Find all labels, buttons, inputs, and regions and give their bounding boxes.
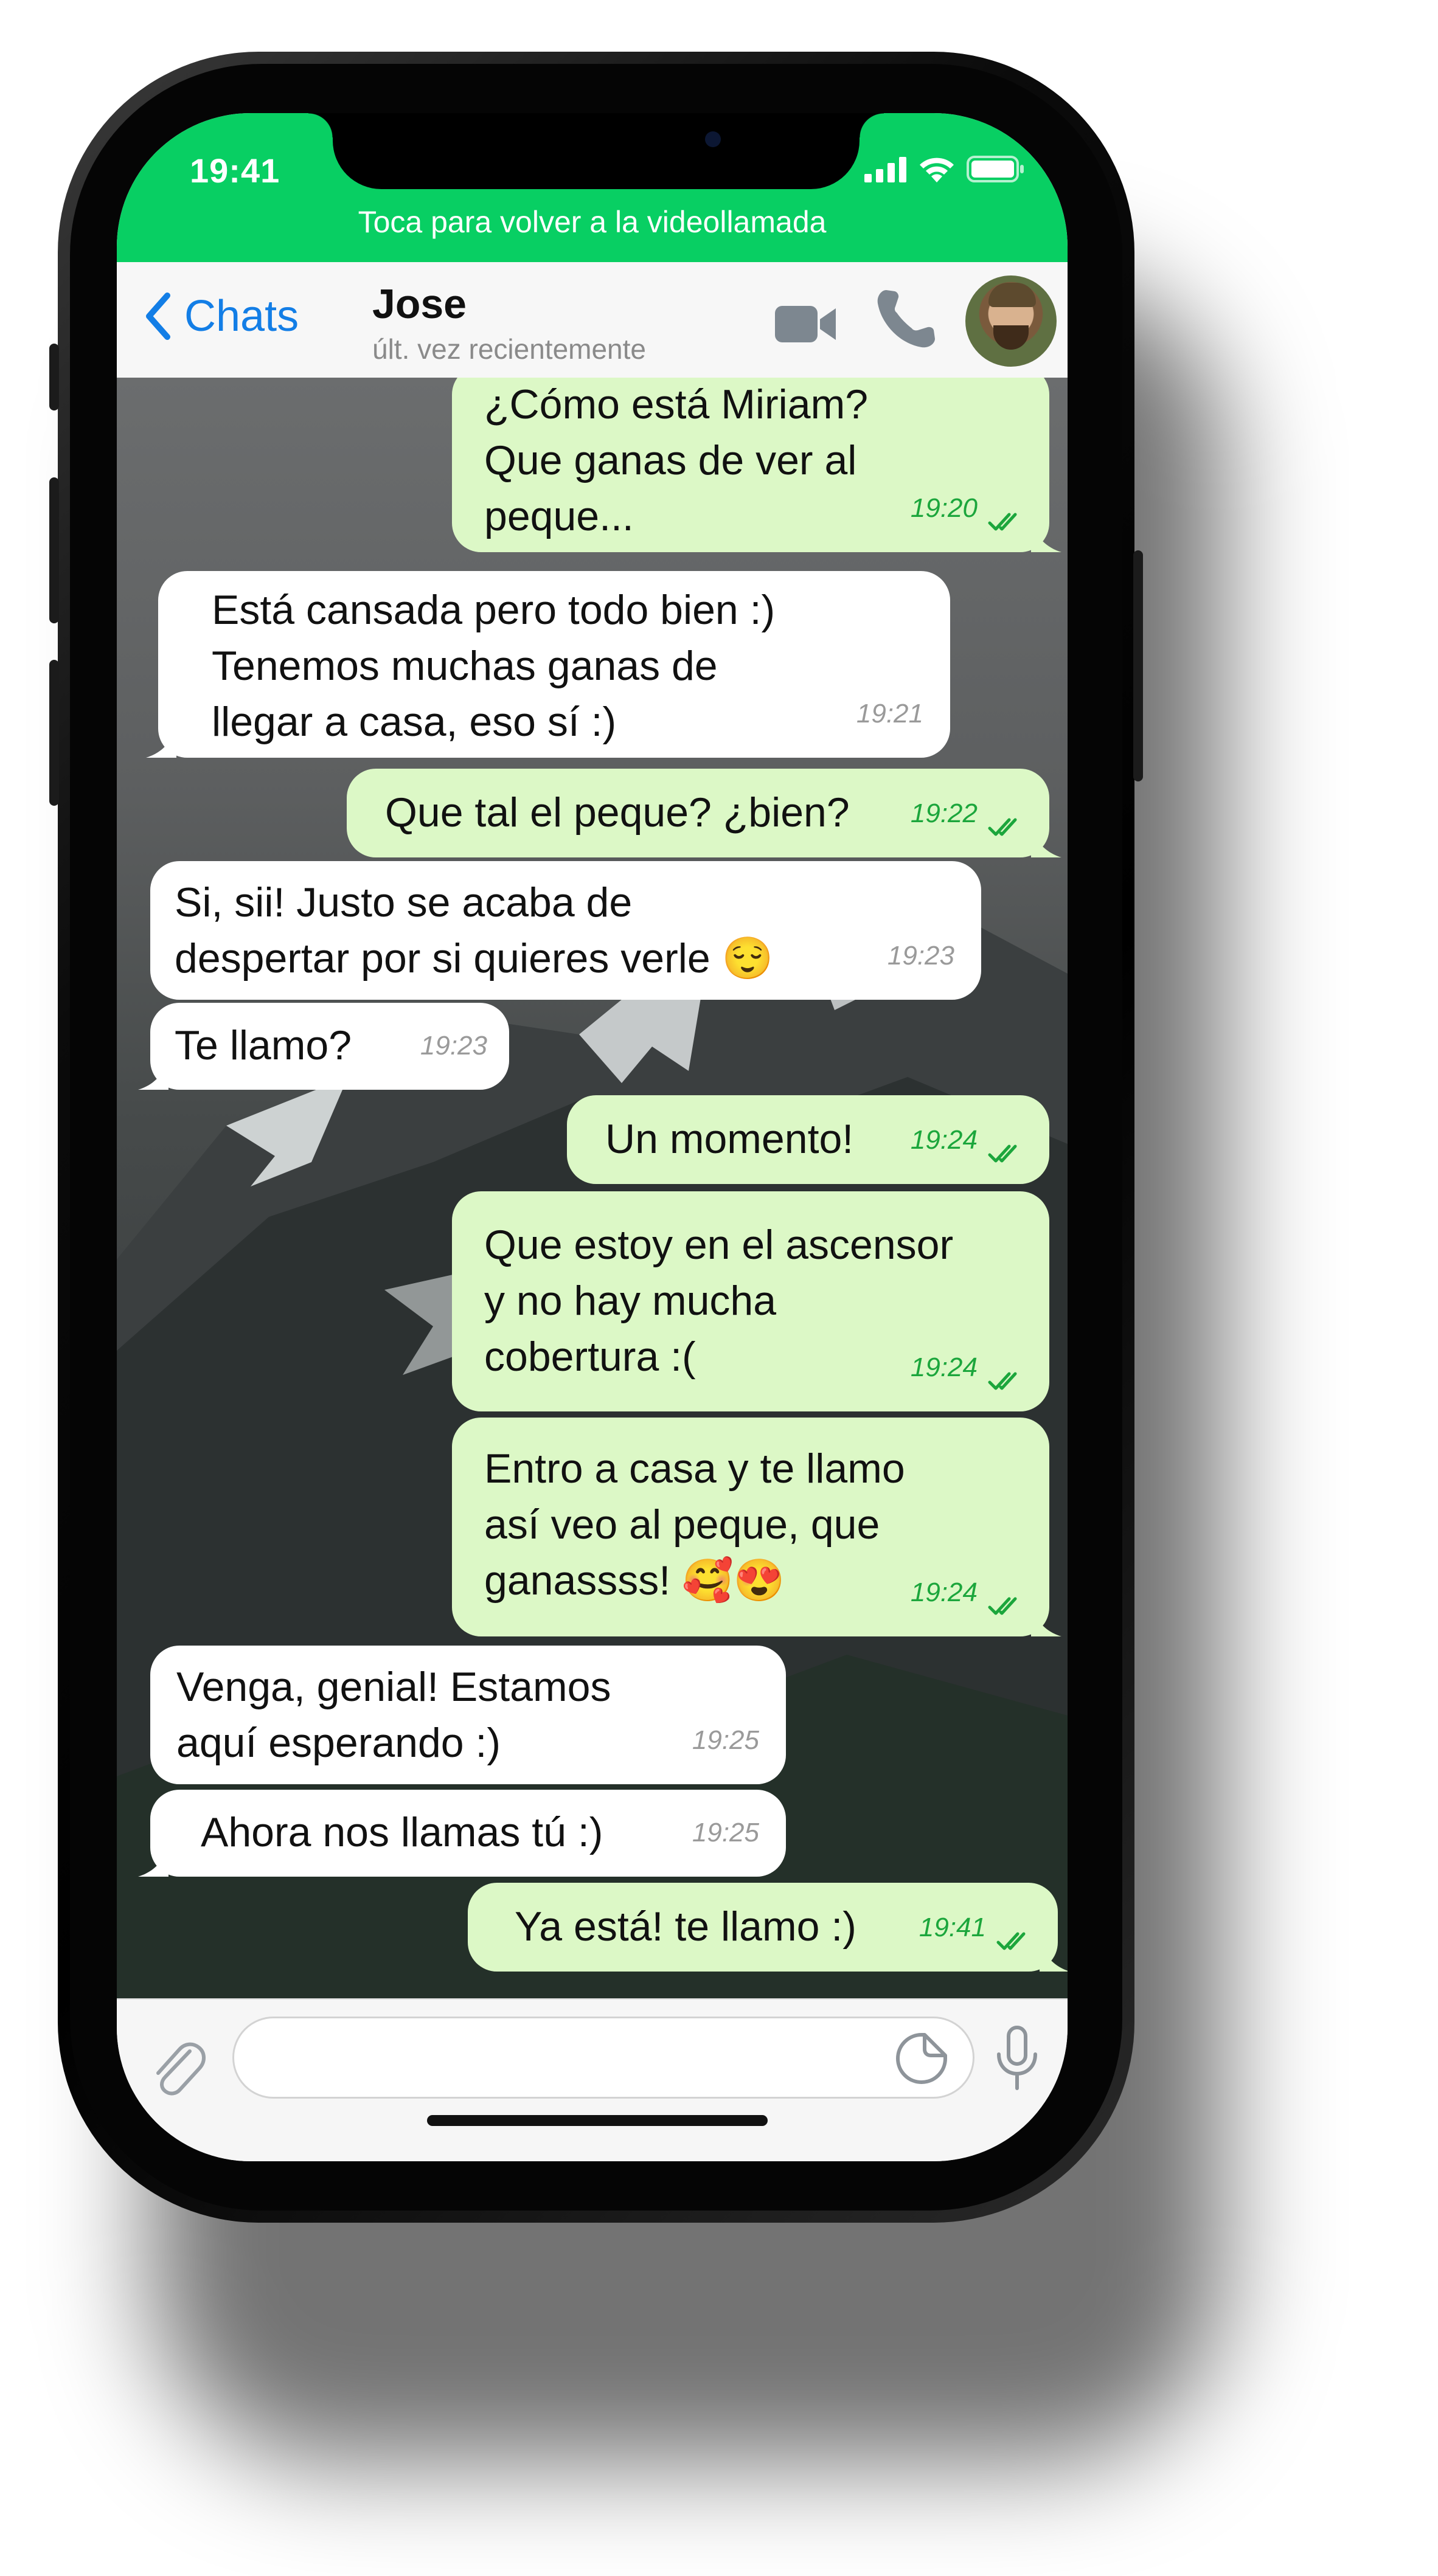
double-check-icon [988,818,1017,836]
back-button[interactable]: Chats [144,291,299,341]
message-text: ¿Cómo está Miriam? Que ganas de ver al p… [484,381,869,539]
return-to-video-call-text[interactable]: Toca para volver a la videollamada [117,204,1068,240]
message-text: Un momento! [605,1116,854,1162]
message-time: 19:24 [910,1125,978,1155]
message-time: 19:21 [856,699,923,729]
message-composer [117,1998,1068,2161]
volume-up-button [49,477,59,623]
microphone-icon[interactable] [993,2025,1041,2092]
message-bubble-outgoing[interactable]: Entro a casa y te llamo así veo al peque… [452,1418,1061,1636]
wifi-icon [920,158,954,182]
message-text: Está cansada pero todo bien :) Tenemos m… [212,587,776,745]
bubble-tail [146,727,176,758]
message-time: 19:20 [910,493,978,523]
signal-icon [864,157,906,182]
message-list[interactable]: ¿Cómo está Miriam? Que ganas de ver al p… [117,378,1068,1998]
battery-icon [967,156,1024,182]
bubble-tail [138,1846,168,1877]
message-text: Te llamo? [175,1022,352,1068]
message-time: 19:25 [692,1725,759,1755]
message-time: 19:22 [910,798,978,828]
video-call-icon[interactable] [773,300,839,348]
message-text: Que tal el peque? ¿bien? [385,789,850,836]
double-check-icon [988,1144,1017,1163]
message-bubble-outgoing[interactable]: Ya está! te llamo :) 19:41 [468,1883,1068,1972]
message-time: 19:24 [910,1352,978,1382]
double-check-icon [996,1932,1026,1950]
message-input[interactable] [232,2017,974,2099]
message-text: Venga, genial! Estamos aquí esperando :) [176,1664,611,1766]
message-time: 19:23 [420,1031,487,1061]
double-check-icon [988,1597,1017,1615]
phone-call-icon[interactable] [873,285,940,352]
message-text: Ahora nos llamas tú :) [201,1809,603,1855]
message-bubble-outgoing[interactable]: Que tal el peque? ¿bien? 19:22 [347,769,1061,857]
message-bubble-incoming[interactable]: Si, sii! Justo se acaba de despertar por… [150,861,981,1000]
notch [308,113,884,189]
message-bubble-incoming[interactable]: Está cansada pero todo bien :) Tenemos m… [146,571,950,758]
power-button [1133,550,1143,781]
chat-header: Chats Jose últ. vez recientemente [117,262,1068,379]
message-bubble-outgoing[interactable]: Un momento! 19:24 [567,1095,1049,1184]
message-bubble-outgoing[interactable]: Que estoy en el ascensor y no hay mucha … [452,1191,1049,1411]
status-icons [864,154,1025,184]
contact-last-seen: últ. vez recientemente [372,333,647,365]
double-check-icon [988,513,1017,531]
contact-name: Jose [372,281,467,327]
message-bubble-incoming[interactable]: Venga, genial! Estamos aquí esperando :)… [150,1646,786,1784]
message-time: 19:23 [887,941,954,971]
bubble-tail [138,1059,168,1090]
attach-clip-icon[interactable] [147,2033,208,2100]
message-time: 19:41 [919,1913,986,1942]
message-bubble-incoming[interactable]: Te llamo? 19:23 [138,1003,509,1090]
message-text: Si, sii! Justo se acaba de despertar por… [175,879,774,982]
volume-down-button [49,660,59,806]
message-time: 19:24 [910,1577,978,1607]
front-camera [705,131,721,147]
bubble-tail [1031,1606,1061,1636]
contact-info[interactable]: Jose últ. vez recientemente [372,280,646,365]
home-indicator[interactable] [427,2115,768,2126]
message-bubble-outgoing[interactable]: ¿Cómo está Miriam? Que ganas de ver al p… [452,378,1061,552]
mute-switch [49,344,59,410]
contact-avatar[interactable] [965,275,1057,367]
message-text: Ya está! te llamo :) [515,1903,856,1950]
bubble-tail [1031,522,1061,552]
message-bubble-incoming[interactable]: Ahora nos llamas tú :) 19:25 [138,1790,786,1877]
phone-screen: 19:41 Toca para volver a la videollamada [117,113,1068,2161]
double-check-icon [988,1372,1017,1390]
bubble-tail [1040,1941,1068,1972]
message-time: 19:25 [692,1818,759,1847]
message-text: Que estoy en el ascensor y no hay mucha … [484,1222,954,1380]
sticker-icon[interactable] [894,2031,949,2086]
back-label: Chats [184,292,299,341]
back-chevron-icon [146,293,170,340]
status-time: 19:41 [190,151,280,190]
message-text: Entro a casa y te llamo así veo al peque… [484,1446,905,1604]
bubble-tail [1031,827,1061,857]
